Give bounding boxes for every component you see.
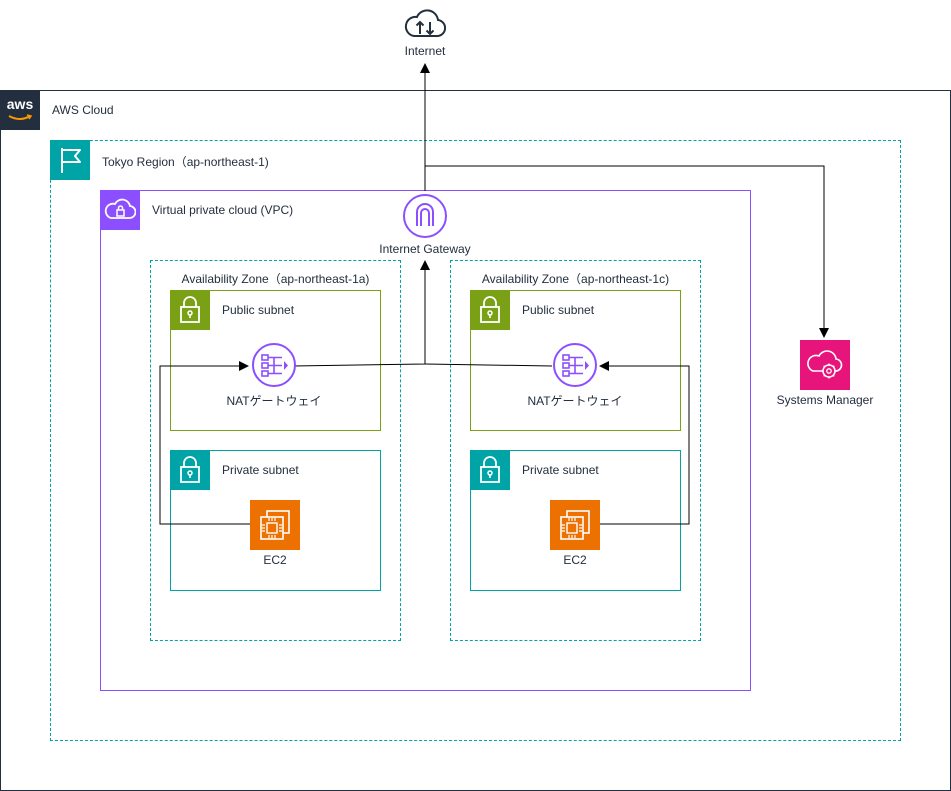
- ssm-label: Systems Manager: [776, 393, 874, 407]
- internet-gateway-icon: [403, 194, 447, 238]
- nat-gateway-icon: [252, 343, 296, 387]
- ec2-c-node: [550, 500, 600, 550]
- nat-a-to-igw-line: [292, 260, 430, 367]
- ec2-c-label: EC2: [563, 553, 587, 567]
- igw-label: Internet Gateway: [379, 242, 471, 256]
- systems-manager-icon: [807, 350, 843, 379]
- nat-c-label: NATゲートウェイ: [527, 394, 623, 408]
- ec2-a-node: [250, 500, 300, 550]
- ec2-a-to-nat-a-line: [159, 361, 250, 525]
- ec2-chip-icon: [260, 510, 290, 540]
- nat-gateway-c-node: [551, 341, 599, 389]
- systems-manager-node: [800, 340, 850, 390]
- ec2-a-label: EC2: [263, 553, 287, 567]
- ec2-c-to-nat-c-line: [599, 361, 690, 525]
- nat-c-to-igw-line: [424, 363, 553, 367]
- nat-gateway-icon: [553, 343, 597, 387]
- nat-gateway-a-node: [250, 341, 298, 389]
- ec2-chip-icon: [560, 510, 590, 540]
- nat-a-label: NATゲートウェイ: [226, 394, 322, 408]
- internet-gateway-node: [400, 191, 450, 241]
